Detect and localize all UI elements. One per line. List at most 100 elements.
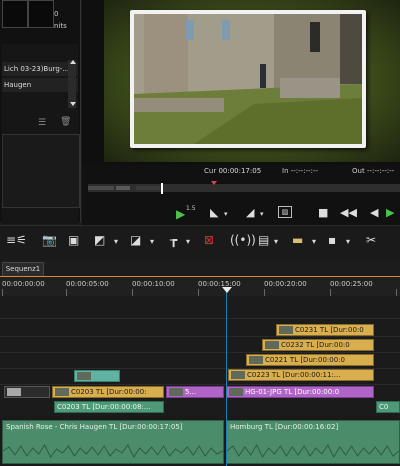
play-icon[interactable]: ▶	[386, 206, 394, 219]
scrub-bar[interactable]	[88, 184, 400, 192]
trash-icon[interactable]: 🗑	[60, 117, 71, 127]
clip-label: 5...	[185, 388, 197, 396]
mark-out-dropdown-icon[interactable]: ▾	[260, 210, 264, 218]
tab-sequence[interactable]: Sequenz1	[2, 262, 44, 277]
save-dropdown-icon[interactable]: ▾	[346, 237, 350, 246]
audio-icon[interactable]: ((•))	[230, 233, 256, 247]
normalize-icon[interactable]: ≡	[6, 233, 16, 247]
clip[interactable]: 5...	[166, 386, 224, 398]
meter-zero-label: 0	[54, 10, 59, 18]
current-time-value: 00:00:17:05	[218, 167, 262, 175]
scroll-down-icon[interactable]	[70, 102, 76, 106]
clip-thumbnail	[231, 371, 245, 379]
clip-label: C0231 TL [Dur:00:0	[295, 326, 364, 334]
clip-label: C0221 TL [Dur:00:00:0	[265, 356, 345, 364]
scene-detection-icon[interactable]: ⚟	[16, 233, 27, 247]
list-scrollbar[interactable]	[68, 60, 76, 108]
open-folder-icon[interactable]: ▬	[292, 233, 303, 247]
scroll-up-icon[interactable]	[70, 60, 76, 64]
ruler-label: 00:00:25:00	[330, 280, 373, 288]
clip-thumbnail	[55, 388, 69, 396]
clip[interactable]: HG-01-JPG TL [Dur:00:00:0	[226, 386, 374, 398]
keyer-icon[interactable]: ◪	[130, 233, 141, 247]
clip-label: HG-01-JPG TL [Dur:00:00:0	[245, 388, 340, 396]
timeline-ruler[interactable]: 00:00:00:00 00:00:05:00 00:00:10:00 00:0…	[0, 276, 400, 297]
clip[interactable]: C0221 TL [Dur:00:00:0	[246, 354, 374, 366]
scrub-position-marker	[211, 181, 217, 185]
list-item-label: Haugen	[4, 81, 32, 89]
keyer-dropdown-icon[interactable]: ▾	[150, 237, 154, 246]
out-point-label: Out	[352, 167, 365, 175]
clip-thumbnail	[279, 326, 293, 334]
clip[interactable]	[74, 370, 120, 382]
snapshot-icon[interactable]: 📷	[42, 233, 57, 247]
clip[interactable]: C0223 TL [Dur:00:00:11:...	[228, 369, 374, 381]
preview-image	[130, 10, 366, 148]
in-point-value: --:--:--:--	[290, 167, 319, 175]
audio-clip-label: Homburg TL [Dur:00:00:16:02]	[230, 423, 339, 431]
clip[interactable]: C0	[376, 401, 400, 413]
current-time: Cur 00:00:17:05	[204, 167, 261, 175]
mark-in-dropdown-icon[interactable]: ▾	[224, 210, 228, 218]
color-correction-dropdown-icon[interactable]: ▾	[114, 237, 118, 246]
scrub-handle[interactable]	[161, 183, 163, 194]
marker-icon[interactable]: ┲	[170, 233, 177, 247]
timeline-mode-dropdown-icon[interactable]: ▾	[274, 237, 278, 246]
ruler-label: 00:00:10:00	[132, 280, 175, 288]
ruler-label: 00:00:05:00	[66, 280, 109, 288]
meter-bar-left	[2, 0, 28, 28]
clip[interactable]: C0203 TL [Dur:00:00:08:...	[54, 401, 164, 413]
mark-in-icon[interactable]: ◣	[210, 206, 218, 219]
audio-waveform	[227, 443, 399, 459]
list-item-label: Lich 03-23)Burg-...	[4, 65, 70, 73]
clip-thumbnail	[77, 372, 91, 380]
save-icon[interactable]: ▪	[328, 233, 336, 247]
stop-icon[interactable]: ■	[318, 206, 328, 219]
ruler-label: 00:00:20:00	[264, 280, 307, 288]
playhead-handle[interactable]	[222, 287, 232, 293]
cut-icon[interactable]: ✂	[366, 233, 376, 247]
clip[interactable]: C0232 TL [Dur:00:0	[262, 339, 374, 351]
audio-waveform	[3, 444, 223, 458]
timeline-toolbar	[0, 225, 400, 260]
clip-thumbnail	[7, 388, 21, 396]
audio-clip-label: Spanish Rose - Chris Haugen TL [Dur:00:0…	[6, 423, 183, 431]
timeline-mode-icon[interactable]: ▤	[258, 233, 269, 247]
ruler-label: 00:00:15:00	[198, 280, 241, 288]
image-settings-icon[interactable]: ▣	[68, 233, 79, 247]
clip-thumbnail	[265, 341, 279, 349]
list-item[interactable]: Lich 03-23)Burg-...	[2, 62, 78, 76]
delete-marker-icon[interactable]: ⊠	[204, 233, 214, 247]
meter-unit-label: nits	[54, 22, 67, 30]
clip-label: C0232 TL [Dur:00:0	[281, 341, 350, 349]
in-point: In --:--:--:--	[282, 167, 318, 175]
audio-clip[interactable]: Spanish Rose - Chris Haugen TL [Dur:00:0…	[2, 420, 224, 464]
rewind-icon[interactable]: ◀◀	[340, 206, 357, 219]
open-folder-dropdown-icon[interactable]: ▾	[312, 237, 316, 246]
playhead[interactable]	[226, 292, 227, 466]
list-view-icon[interactable]: ☰	[38, 118, 46, 128]
play-speed-value: 1.5	[186, 205, 196, 212]
play-speed-icon[interactable]: ▶	[176, 207, 185, 221]
properties-box	[2, 134, 80, 208]
clip[interactable]	[4, 386, 50, 398]
clip-label: C0	[379, 403, 389, 411]
marker-dropdown-icon[interactable]: ▾	[186, 237, 190, 246]
list-item[interactable]: Haugen	[2, 78, 78, 92]
clip[interactable]: C0231 TL [Dur:00:0	[276, 324, 374, 336]
meter-bar-right	[28, 0, 54, 28]
out-point: Out --:--:--:--	[352, 167, 394, 175]
ruler-label: 00:00:00:00	[2, 280, 45, 288]
clip-thumbnail	[169, 388, 183, 396]
clip[interactable]: C0203 TL [Dur:00:00:	[52, 386, 164, 398]
level-meter	[0, 0, 60, 32]
color-correction-icon[interactable]: ◩	[94, 233, 105, 247]
castle-photo	[134, 14, 362, 144]
clear-marks-icon[interactable]: ▨	[278, 206, 292, 218]
clip-thumbnail	[229, 388, 243, 396]
out-point-value: --:--:--:--	[366, 167, 395, 175]
mark-out-icon[interactable]: ◢	[246, 206, 254, 219]
clip-label: C0203 TL [Dur:00:00:	[71, 388, 147, 396]
step-back-icon[interactable]: ◀	[370, 206, 378, 219]
audio-clip[interactable]: Homburg TL [Dur:00:00:16:02]	[226, 420, 400, 464]
